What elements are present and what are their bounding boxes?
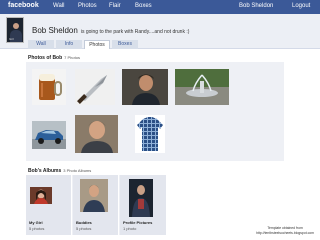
knife-image [77,75,107,104]
facebook-logo[interactable]: facebook [8,2,39,9]
credit-link[interactable]: http://tenthsteelsocheets.blogspot.com [256,231,314,236]
album-count: 5 photos [76,226,92,231]
fountain-image [175,69,229,105]
avatar[interactable]: Girl [6,17,24,43]
nav-wall-link[interactable]: Wall [53,3,64,9]
albums-count: 3 Photo Albums [63,168,92,173]
tab-boxes[interactable]: Boxes [112,40,138,49]
album-count: 5 photos [29,226,45,231]
photos-count: 7 Photos [64,55,80,60]
album-cover-profile-pictures [129,179,153,217]
album-cover-image [80,179,108,212]
man-smiling-photo[interactable] [75,115,118,153]
plaid-shirt-image [137,117,163,151]
man-portrait-image [122,69,168,105]
tab-photos[interactable]: Photos [84,40,110,49]
album-name[interactable]: Profile Pictures [123,220,152,225]
logout-link[interactable]: Logout [292,3,310,9]
top-navigation-bar: facebook Wall Photos Flair Boxes Bob She… [0,0,320,14]
album-count: 1 photo [123,226,137,231]
beer-mug-image [39,74,62,100]
nav-boxes-link[interactable]: Boxes [135,3,152,9]
tab-wall[interactable]: Wall [28,40,54,49]
tab-info[interactable]: Info [56,40,82,49]
template-credit: Template obtained from http://tenthsteel… [256,226,314,236]
album-name[interactable]: My Girl [29,220,43,225]
nav-flair-link[interactable]: Flair [109,3,121,9]
plaid-shirt-photo[interactable] [135,115,165,153]
profile-name[interactable]: Bob Sheldon [32,26,78,35]
blue-car-image [32,130,66,149]
album-name[interactable]: Buddies [76,220,92,225]
man-portrait-photo[interactable] [122,69,168,105]
photos-grid [26,62,284,161]
avatar-face [13,23,19,29]
album-card[interactable]: My Girl 5 photos [26,175,72,235]
album-card[interactable]: Buddies 5 photos [73,175,119,235]
photos-section-title: Photos of Bob 7 Photos [28,55,80,61]
photos-title: Photos of Bob [28,55,63,61]
profile-name-line: Bob Sheldon is going to the park with Ran… [32,26,189,35]
album-card[interactable]: Profile Pictures 1 photo [120,175,166,235]
album-cover-image [30,187,52,204]
albums-title: Bob's Albums [28,168,62,174]
albums-grid: My Girl 5 photos Buddies 5 photos Profil… [26,175,166,235]
man-smiling-image [75,115,118,153]
album-cover-image [129,179,153,217]
profile-status: is going to the park with Randy....and n… [80,29,190,35]
albums-section-title: Bob's Albums 3 Photo Albums [28,168,91,174]
avatar-caption: Girl [9,37,14,41]
blue-car-photo[interactable] [32,121,66,149]
knife-photo[interactable] [75,69,115,105]
nav-photos-link[interactable]: Photos [78,3,97,9]
album-cover-buddies [80,179,108,212]
album-cover-my-girl [30,187,52,204]
nav-user-link[interactable]: Bob Sheldon [239,3,273,9]
beer-mug-photo[interactable] [32,69,66,105]
fountain-photo[interactable] [175,69,229,105]
